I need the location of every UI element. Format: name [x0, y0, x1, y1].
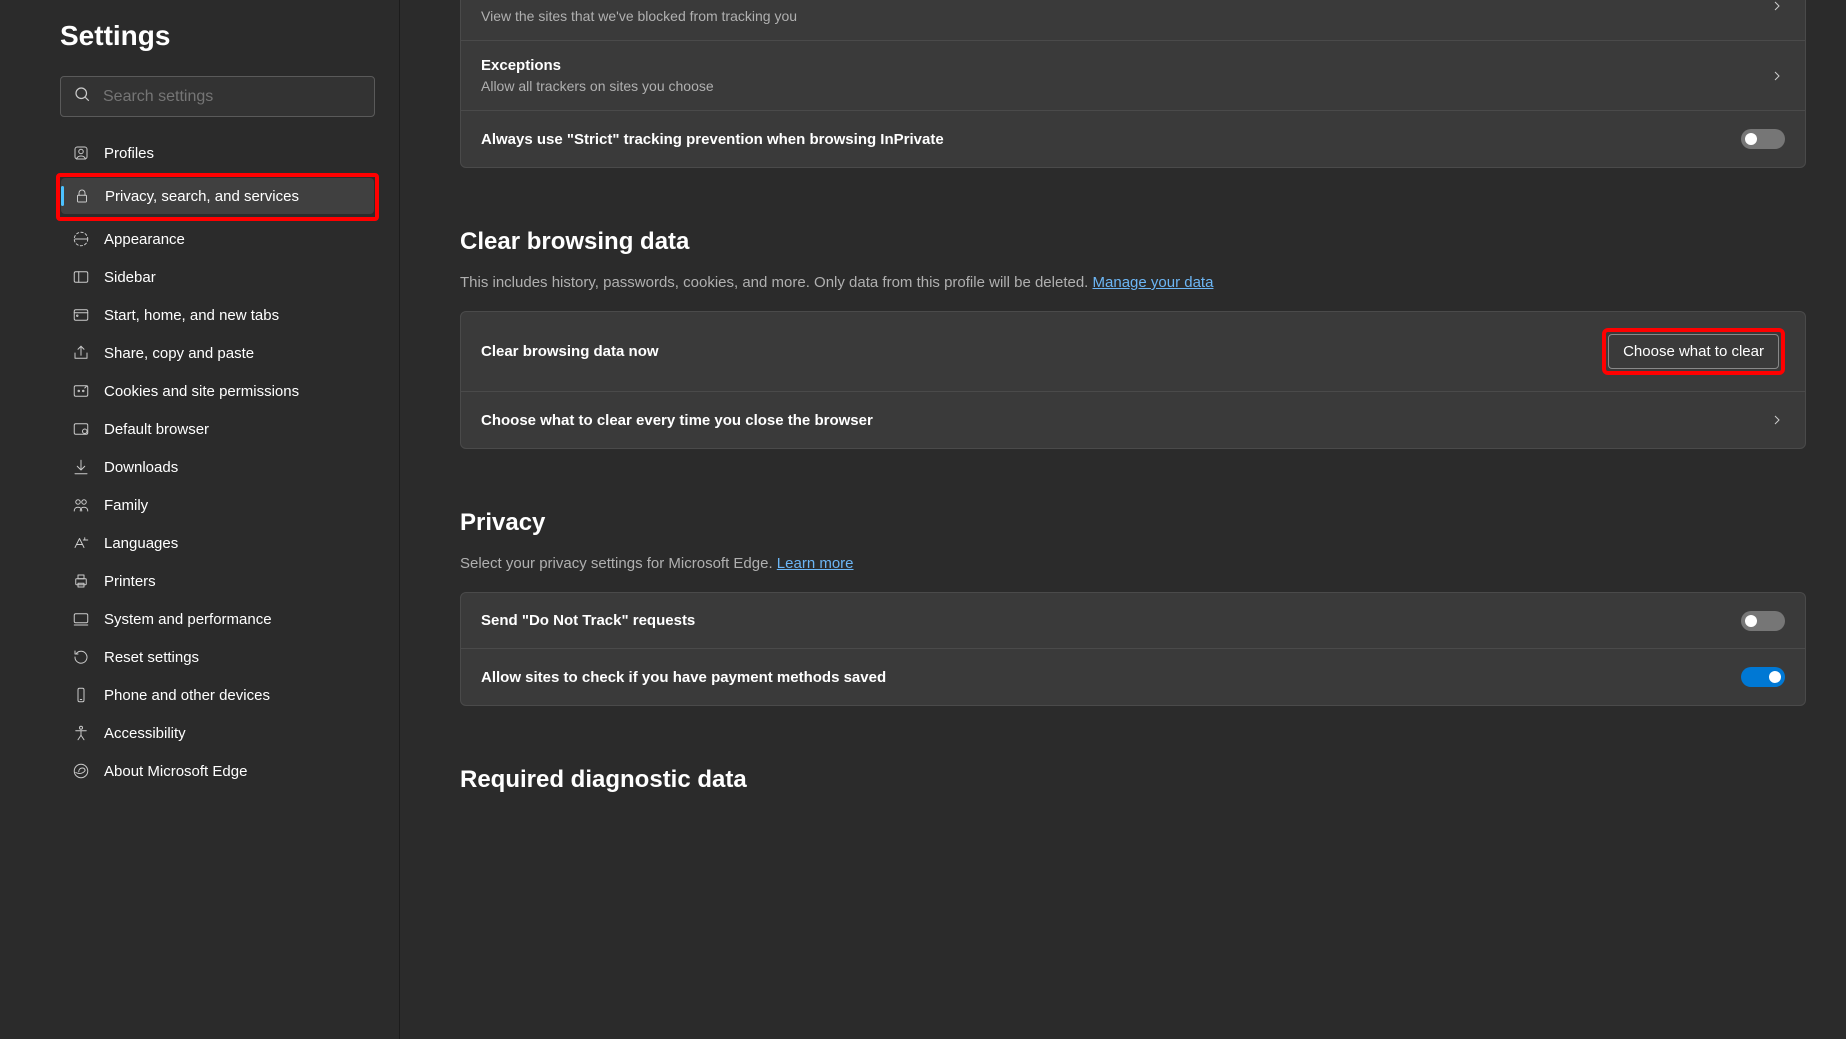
default-browser-icon: [71, 419, 91, 439]
clear-on-close-row[interactable]: Choose what to clear every time you clos…: [461, 392, 1805, 448]
lock-icon: [72, 186, 92, 206]
sidebar-item-lock[interactable]: Privacy, search, and services: [61, 178, 374, 214]
start-icon: [71, 305, 91, 325]
search-input[interactable]: [103, 88, 362, 106]
sidebar-item-family[interactable]: Family: [60, 487, 375, 523]
sidebar-item-cookies[interactable]: Cookies and site permissions: [60, 373, 375, 409]
cookies-icon: [71, 381, 91, 401]
profile-icon: [71, 143, 91, 163]
sidebar-item-sidebar[interactable]: Sidebar: [60, 259, 375, 295]
sidebar-item-label: Cookies and site permissions: [104, 383, 299, 400]
clear-data-card: Clear browsing data now Choose what to c…: [460, 311, 1806, 449]
privacy-learn-more-link[interactable]: Learn more: [777, 555, 854, 572]
blocked-trackers-row[interactable]: Blocked trackers View the sites that we'…: [461, 0, 1805, 41]
phone-icon: [71, 685, 91, 705]
strict-inprivate-toggle[interactable]: [1741, 129, 1785, 149]
payment-methods-toggle[interactable]: [1741, 667, 1785, 687]
sidebar-item-label: Privacy, search, and services: [105, 188, 299, 205]
payment-methods-title: Allow sites to check if you have payment…: [481, 669, 1741, 686]
sidebar-item-phone[interactable]: Phone and other devices: [60, 677, 375, 713]
sidebar-item-label: Accessibility: [104, 725, 186, 742]
share-icon: [71, 343, 91, 363]
payment-methods-row: Allow sites to check if you have payment…: [461, 649, 1805, 705]
sidebar-item-label: Appearance: [104, 231, 185, 248]
sidebar-item-label: Phone and other devices: [104, 687, 270, 704]
sidebar-item-label: System and performance: [104, 611, 272, 628]
settings-nav: Profiles Privacy, search, and services App…: [60, 135, 375, 789]
settings-sidebar: Settings Profiles Privacy, search, and se…: [0, 0, 400, 1039]
sidebar-item-download[interactable]: Downloads: [60, 449, 375, 485]
strict-inprivate-row: Always use "Strict" tracking prevention …: [461, 111, 1805, 167]
manage-your-data-link[interactable]: Manage your data: [1093, 274, 1214, 291]
system-icon: [71, 609, 91, 629]
strict-inprivate-title: Always use "Strict" tracking prevention …: [481, 131, 1741, 148]
chevron-right-icon: [1769, 412, 1785, 428]
exceptions-sub: Allow all trackers on sites you choose: [481, 78, 1769, 94]
sidebar-item-edge[interactable]: About Microsoft Edge: [60, 753, 375, 789]
do-not-track-toggle[interactable]: [1741, 611, 1785, 631]
clear-data-desc-text: This includes history, passwords, cookie…: [460, 274, 1093, 291]
accessibility-icon: [71, 723, 91, 743]
sidebar-item-label: Profiles: [104, 145, 154, 162]
settings-main: Blocked trackers View the sites that we'…: [400, 0, 1846, 1039]
chevron-right-icon: [1769, 0, 1785, 14]
sidebar-item-label: Share, copy and paste: [104, 345, 254, 362]
sidebar-item-label: Family: [104, 497, 148, 514]
sidebar-item-accessibility[interactable]: Accessibility: [60, 715, 375, 751]
clear-data-now-row: Clear browsing data now Choose what to c…: [461, 312, 1805, 392]
settings-search[interactable]: [60, 76, 375, 117]
sidebar-item-share[interactable]: Share, copy and paste: [60, 335, 375, 371]
exceptions-row[interactable]: Exceptions Allow all trackers on sites y…: [461, 41, 1805, 111]
sidebar-item-language[interactable]: Languages: [60, 525, 375, 561]
privacy-desc-text: Select your privacy settings for Microso…: [460, 555, 777, 572]
sidebar-item-label: Sidebar: [104, 269, 156, 286]
sidebar-item-label: Reset settings: [104, 649, 199, 666]
printer-icon: [71, 571, 91, 591]
sidebar-item-reset[interactable]: Reset settings: [60, 639, 375, 675]
sidebar-item-printer[interactable]: Printers: [60, 563, 375, 599]
sidebar-item-highlight: Privacy, search, and services: [56, 173, 379, 221]
clear-on-close-title: Choose what to clear every time you clos…: [481, 412, 1769, 429]
tracking-prevention-card: Blocked trackers View the sites that we'…: [460, 0, 1806, 168]
privacy-desc: Select your privacy settings for Microso…: [460, 555, 1806, 572]
choose-what-to-clear-highlight: Choose what to clear: [1602, 328, 1785, 375]
sidebar-item-label: Downloads: [104, 459, 178, 476]
clear-data-now-title: Clear browsing data now: [481, 343, 1602, 360]
do-not-track-row: Send "Do Not Track" requests: [461, 593, 1805, 649]
privacy-card: Send "Do Not Track" requests Allow sites…: [460, 592, 1806, 706]
sidebar-item-label: Start, home, and new tabs: [104, 307, 279, 324]
sidebar-item-label: Printers: [104, 573, 156, 590]
sidebar-item-label: Languages: [104, 535, 178, 552]
clear-data-desc: This includes history, passwords, cookie…: [460, 274, 1806, 291]
chevron-right-icon: [1769, 68, 1785, 84]
sidebar-item-appearance[interactable]: Appearance: [60, 221, 375, 257]
do-not-track-title: Send "Do Not Track" requests: [481, 612, 1741, 629]
sidebar-item-label: About Microsoft Edge: [104, 763, 247, 780]
settings-title: Settings: [60, 20, 375, 52]
sidebar-item-default-browser[interactable]: Default browser: [60, 411, 375, 447]
blocked-trackers-title: Blocked trackers: [481, 0, 1769, 4]
diagnostic-heading: Required diagnostic data: [460, 766, 1806, 794]
sidebar-item-label: Default browser: [104, 421, 209, 438]
search-icon: [73, 85, 103, 108]
clear-data-heading: Clear browsing data: [460, 228, 1806, 256]
choose-what-to-clear-button[interactable]: Choose what to clear: [1608, 334, 1779, 369]
edge-icon: [71, 761, 91, 781]
privacy-heading: Privacy: [460, 509, 1806, 537]
sidebar-item-start[interactable]: Start, home, and new tabs: [60, 297, 375, 333]
family-icon: [71, 495, 91, 515]
sidebar-icon: [71, 267, 91, 287]
sidebar-item-profile[interactable]: Profiles: [60, 135, 375, 171]
reset-icon: [71, 647, 91, 667]
exceptions-title: Exceptions: [481, 57, 1769, 74]
blocked-trackers-sub: View the sites that we've blocked from t…: [481, 8, 1769, 24]
appearance-icon: [71, 229, 91, 249]
download-icon: [71, 457, 91, 477]
language-icon: [71, 533, 91, 553]
sidebar-item-system[interactable]: System and performance: [60, 601, 375, 637]
